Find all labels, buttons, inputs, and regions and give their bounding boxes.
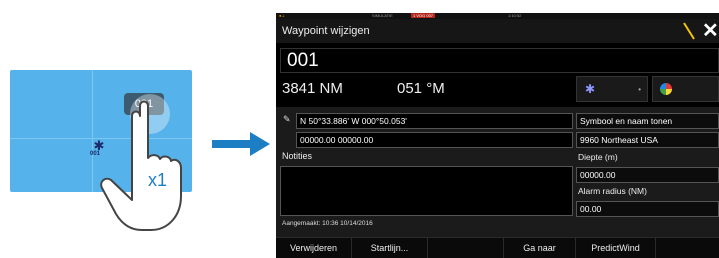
distance-value: 3841 NM — [282, 80, 343, 97]
right-arrow-icon — [212, 132, 270, 156]
bearing-value: 051 °M — [397, 80, 445, 97]
notes-label: Notities — [282, 151, 313, 161]
dropdown-dot-icon: • — [638, 85, 641, 94]
region-select-button[interactable]: 9960 Northeast USA — [576, 132, 719, 148]
toolbar-empty-slot — [428, 238, 504, 258]
color-wheel-icon — [660, 83, 672, 95]
alarm-radius-field[interactable]: 00.00 — [576, 201, 719, 217]
alarm-radius-label: Alarm radius (NM) — [578, 186, 647, 196]
simulator-status: SIMULATIE — [372, 13, 393, 18]
hand-pointer-icon — [100, 100, 182, 231]
waypoint-symbol-icon: ✱ — [585, 82, 596, 96]
clock: 1:10:52 — [508, 13, 522, 18]
position-row: ✎ N 50°33.886' W 000°50.053' — [280, 113, 573, 129]
waypoint-name-field[interactable]: 001 — [280, 48, 719, 73]
notes-textarea[interactable] — [280, 166, 573, 216]
gps-icon: ●⊥ — [279, 13, 285, 18]
close-icon[interactable]: ✕ — [702, 21, 719, 41]
predictwind-button[interactable]: PredictWind — [576, 238, 656, 258]
tap-count-label: x1 — [148, 170, 168, 190]
created-timestamp: Aangemaakt: 10:36 10/14/2016 — [282, 220, 373, 227]
depth-field[interactable]: 00000.00 — [576, 167, 719, 183]
tap-illustration: ✱ 001 001 x1 — [0, 0, 270, 258]
action-toolbar: Verwijderen Startlijn... Ga naar Predict… — [276, 237, 719, 258]
color-select-button[interactable] — [652, 76, 719, 102]
brand-slash-icon — [683, 22, 695, 40]
depth-label: Diepte (m) — [578, 152, 618, 162]
position-field[interactable]: N 50°33.886' W 000°50.053' — [296, 113, 573, 129]
start-line-button[interactable]: Startlijn... — [352, 238, 428, 258]
edit-pencil-icon[interactable]: ✎ — [283, 114, 291, 125]
status-badge: 1 VOG 007 — [411, 13, 436, 18]
delete-button[interactable]: Verwijderen — [276, 238, 352, 258]
show-symbol-name-button[interactable]: Symbool en naam tonen — [576, 113, 719, 129]
goto-button[interactable]: Ga naar — [504, 238, 576, 258]
waypoint-edit-panel: ●⊥ SIMULATIE 1 VOG 007 1:10:52 Waypoint … — [276, 13, 719, 258]
symbol-select-button[interactable]: ✱ • — [576, 76, 648, 102]
waypoint-map-label: 001 — [90, 151, 101, 157]
dialog-title: Waypoint wijzigen — [282, 25, 370, 37]
coordinates-field[interactable]: 00000.00 00000.00 — [296, 132, 573, 148]
dialog-titlebar: Waypoint wijzigen ✕ — [276, 19, 719, 43]
